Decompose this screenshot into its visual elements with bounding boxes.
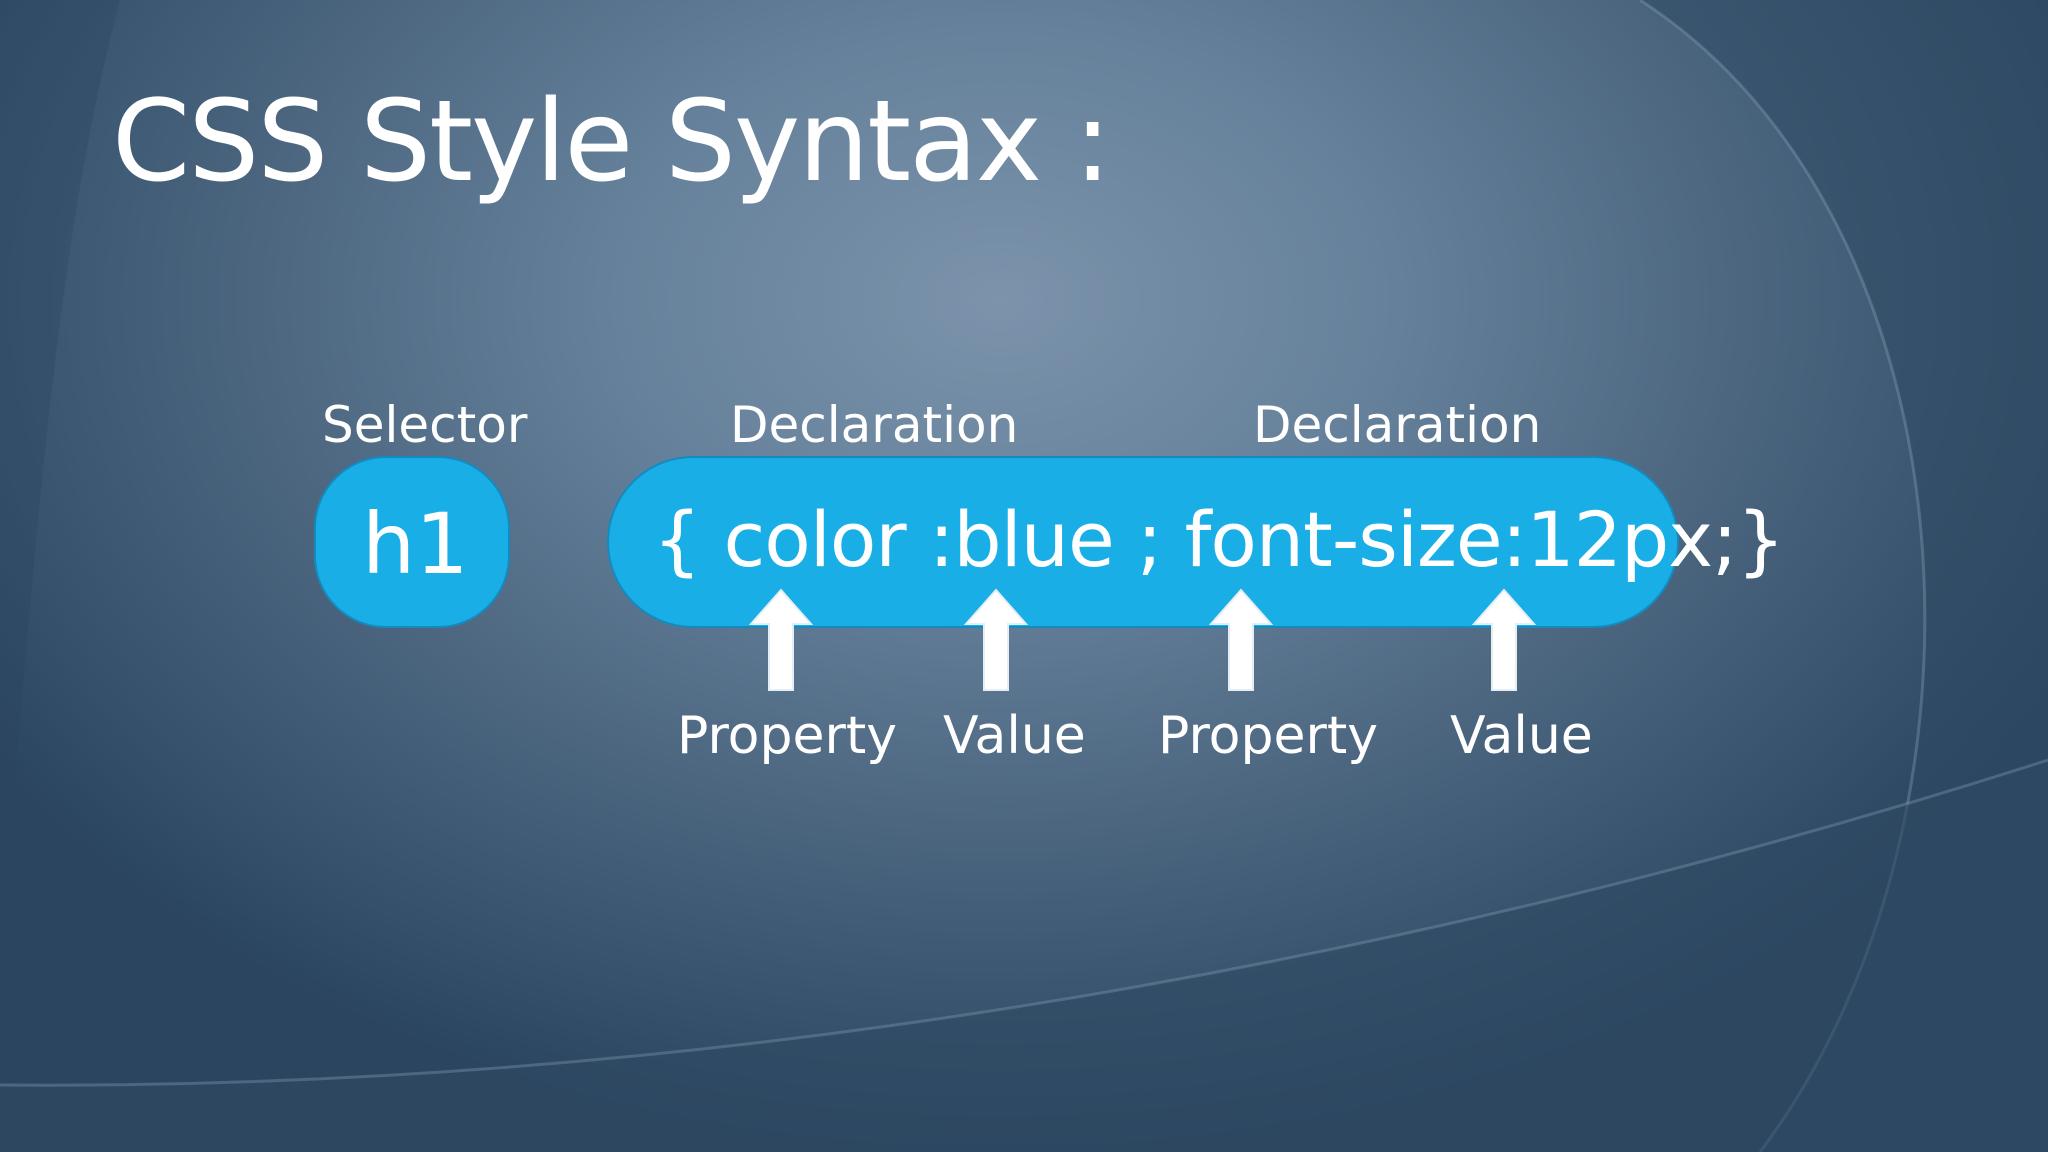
selector-code: h1 xyxy=(362,495,469,593)
declaration-code: { color :blue ; font-size:12px;} xyxy=(653,495,1785,584)
declaration-header-2: Declaration xyxy=(1253,396,1542,454)
up-arrow-icon xyxy=(964,588,1028,691)
background-bottom-swoosh xyxy=(0,760,2048,1152)
up-arrow-icon xyxy=(749,588,813,691)
property-label-1: Property xyxy=(677,706,898,766)
selector-header: Selector xyxy=(322,396,528,454)
slide: CSS Style Syntax : Selector Declaration … xyxy=(0,0,2048,1152)
background-left-shade xyxy=(0,0,120,900)
up-arrow-icon xyxy=(1472,588,1536,691)
up-arrow-icon xyxy=(1209,588,1273,691)
declaration-header-1: Declaration xyxy=(730,396,1019,454)
value-label-2: Value xyxy=(1450,706,1593,766)
property-label-2: Property xyxy=(1158,706,1379,766)
value-label-1: Value xyxy=(943,706,1086,766)
slide-title: CSS Style Syntax : xyxy=(112,77,1111,207)
